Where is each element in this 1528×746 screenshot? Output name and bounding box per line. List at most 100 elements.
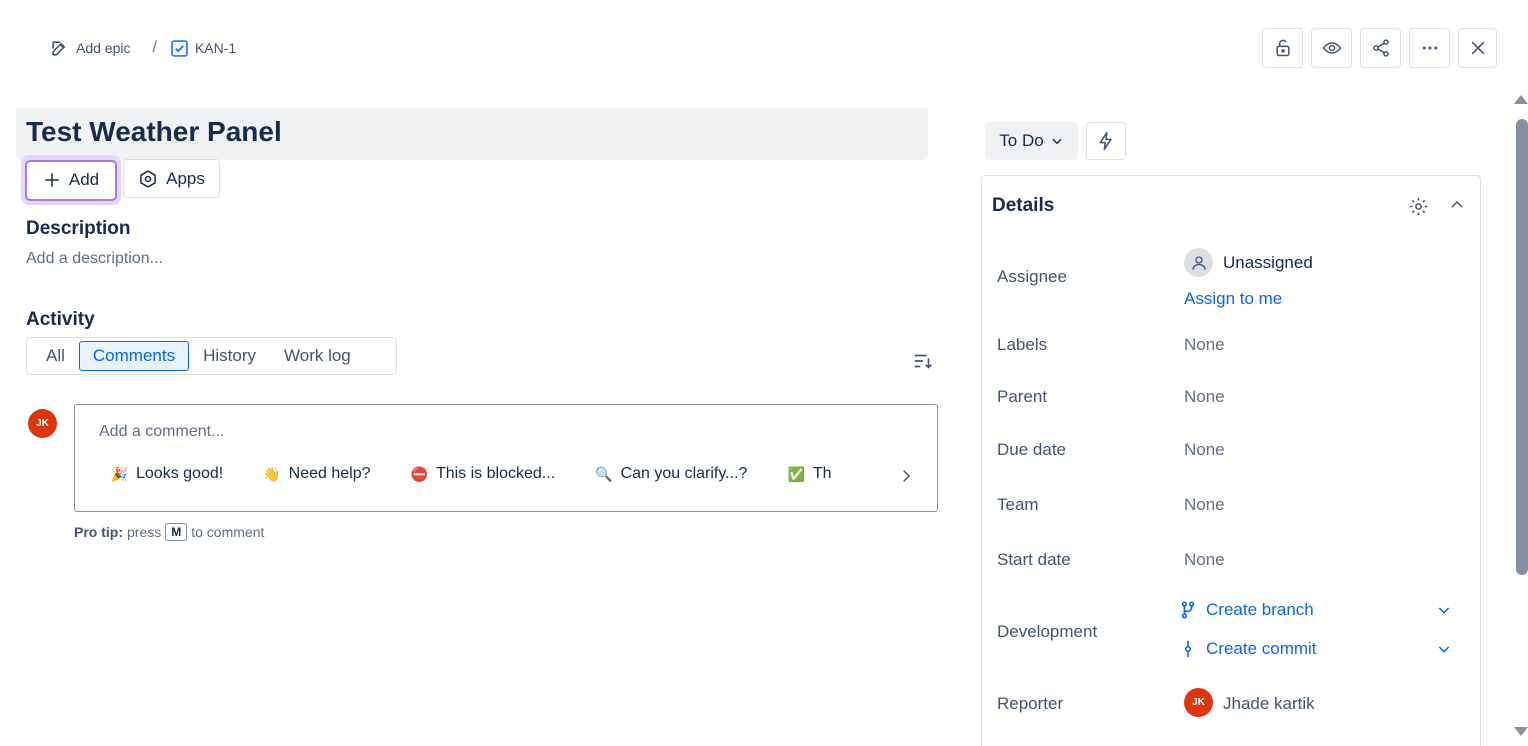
watch-button[interactable] [1311,28,1352,68]
tab-work-log[interactable]: Work log [270,341,365,371]
pro-tip-suffix: to comment [191,524,265,540]
reporter-label: Reporter [997,694,1064,713]
description-heading: Description [26,218,131,239]
details-panel: Details Assignee Unassigned Assign to me… [981,175,1481,746]
chevron-down-icon [1050,134,1064,148]
comment-composer[interactable]: Add a comment... 🎉 Looks good! 👋 Need he… [74,404,938,512]
waving-hand-icon: 👋 [263,465,281,482]
quick-reply-label: Need help? [288,465,371,482]
create-commit-link[interactable]: Create commit [1180,639,1317,659]
lightning-icon [1096,131,1116,151]
details-title: Details [992,195,1055,216]
due-date-label: Due date [997,440,1066,459]
start-date-value[interactable]: None [1184,550,1225,570]
chevron-right-icon[interactable] [897,467,915,485]
reporter-value[interactable]: Jhade kartik [1223,694,1315,714]
parent-value[interactable]: None [1184,387,1225,407]
scroll-down-arrow[interactable] [1514,727,1528,736]
add-button-label: Add [68,170,100,189]
scrollbar-thumb[interactable] [1516,119,1528,575]
user-icon [1184,248,1213,277]
quick-reply-clarify[interactable]: 🔍 Can you clarify...? [595,465,748,483]
quick-reply-looks-good[interactable]: 🎉 Looks good! [111,465,223,483]
quick-reply-label: Can you clarify...? [620,465,748,482]
plus-icon [43,171,61,189]
branch-icon [1180,601,1196,619]
no-entry-icon: ⛔ [410,465,429,482]
assignee-label: Assignee [997,267,1067,286]
labels-value[interactable]: None [1184,335,1225,355]
issue-title-field[interactable]: Test Weather Panel [16,108,928,160]
commit-icon [1180,640,1196,658]
add-button[interactable]: Add [25,159,117,201]
eye-icon [1322,38,1342,58]
reporter-avatar: JK [1184,688,1213,717]
development-label: Development [997,622,1098,641]
activity-heading: Activity [26,309,95,330]
scroll-up-arrow[interactable] [1514,95,1528,104]
commenter-avatar: JK [28,409,57,438]
share-button[interactable] [1360,28,1401,68]
quick-replies: 🎉 Looks good! 👋 Need help? ⛔ This is blo… [111,465,891,489]
tab-all[interactable]: All [32,341,79,371]
parent-label: Parent [997,387,1048,406]
quick-reply-check[interactable]: ✅ Th [788,465,832,483]
tab-history[interactable]: History [189,341,270,371]
breadcrumb-separator: / [152,39,157,56]
quick-reply-blocked[interactable]: ⛔ This is blocked... [411,465,555,483]
comment-input[interactable]: Add a comment... [99,423,224,441]
create-branch-label: Create branch [1206,600,1314,619]
add-button-focus-ring: Add [21,155,121,205]
close-icon [1468,38,1488,58]
issue-title: Test Weather Panel [26,116,282,147]
quick-reply-label: Looks good! [136,465,224,482]
close-button[interactable] [1458,28,1497,68]
activity-tabs: All Comments History Work log [26,337,397,375]
status-label: To Do [999,131,1044,150]
assignee-value[interactable]: Unassigned [1223,253,1313,273]
shortcut-key: M [165,523,188,541]
quick-reply-label: This is blocked... [435,465,556,482]
quick-reply-label: Th [812,465,832,482]
status-dropdown[interactable]: To Do [985,122,1078,160]
assign-to-me-link[interactable]: Assign to me [1184,289,1282,309]
more-horizontal-icon [1420,38,1440,58]
apps-button[interactable]: Apps [123,159,220,198]
create-branch-link[interactable]: Create branch [1180,600,1314,620]
add-epic-link[interactable]: Add epic [50,39,130,58]
pro-tip: Pro tip: press M to comment [74,523,264,541]
share-icon [1371,38,1391,58]
pro-tip-press: press [127,524,162,540]
party-popper-icon: 🎉 [111,465,129,482]
team-label: Team [997,495,1039,514]
chevron-down-icon[interactable] [1436,641,1452,657]
apps-hexagon-icon [138,169,158,189]
labels-label: Labels [997,335,1048,354]
edit-icon [50,39,69,58]
start-date-label: Start date [997,550,1071,569]
sort-order-icon[interactable] [912,350,934,372]
magnifier-icon: 🔍 [595,465,613,482]
restrict-button[interactable] [1262,28,1303,68]
chevron-down-icon[interactable] [1436,602,1452,618]
breadcrumb: Add epic / KAN-1 [50,36,236,60]
check-mark-icon: ✅ [787,465,806,482]
automation-button[interactable] [1086,122,1126,160]
add-epic-label: Add epic [76,40,131,56]
more-actions-button[interactable] [1409,28,1450,68]
chevron-up-icon[interactable] [1448,196,1466,214]
tab-comments[interactable]: Comments [78,341,190,371]
due-date-value[interactable]: None [1184,440,1225,460]
task-checkbox-icon [171,39,188,57]
apps-button-label: Apps [166,168,205,188]
quick-reply-need-help[interactable]: 👋 Need help? [263,465,371,483]
description-input[interactable]: Add a description... [26,250,163,268]
gear-icon[interactable] [1408,196,1429,217]
create-commit-label: Create commit [1206,639,1317,658]
issue-key-link[interactable]: KAN-1 [171,39,237,57]
team-value[interactable]: None [1184,495,1225,515]
pro-tip-prefix: Pro tip: [74,524,123,540]
issue-actions [1262,28,1497,68]
issue-key: KAN-1 [194,40,237,56]
unlock-icon [1273,38,1293,58]
